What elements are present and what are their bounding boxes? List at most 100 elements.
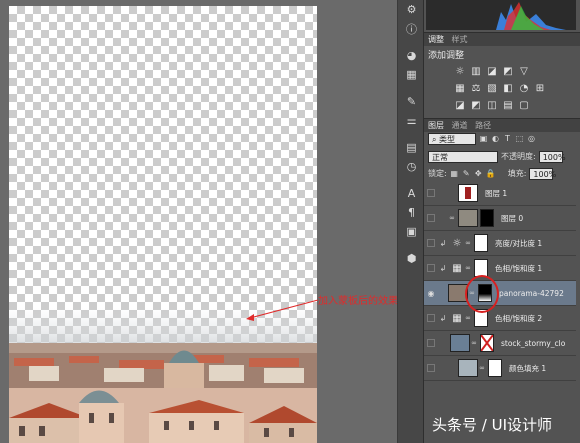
highlight-circle — [465, 275, 499, 313]
chain-link-icon: ∞ — [465, 264, 471, 272]
curves-icon[interactable]: ◪ — [486, 65, 498, 77]
layer-name: 图层 1 — [485, 188, 508, 198]
threshold-icon[interactable]: ◫ — [486, 99, 498, 111]
bw-icon[interactable]: ◧ — [502, 82, 514, 94]
adjust-tab-bar: 调整 样式 — [424, 32, 580, 46]
layer-row[interactable]: ∞ 图层 0 — [424, 206, 576, 231]
paragraph-icon[interactable]: ¶ — [398, 203, 425, 222]
levels-icon[interactable]: ▥ — [470, 65, 482, 77]
lock-pixels-icon[interactable]: ✎ — [462, 169, 471, 178]
chain-link-icon: ∞ — [449, 214, 455, 222]
photo-filter-icon[interactable]: ◔ — [518, 82, 530, 94]
eye-icon[interactable]: ◉ — [424, 281, 438, 306]
fill-input[interactable]: 100% — [529, 167, 556, 180]
canvas-area[interactable]: 加入蒙板后的效果 — [0, 0, 398, 443]
annotation-text: 加入蒙板后的效果 — [318, 296, 398, 307]
tab-adjustments[interactable]: 调整 — [428, 33, 449, 46]
layer-row[interactable]: 图层 1 — [424, 181, 576, 206]
lock-all-icon[interactable]: 🔒 — [486, 169, 496, 178]
exposure-icon[interactable]: ◩ — [502, 65, 514, 77]
3d-icon[interactable]: ⬢ — [398, 249, 425, 268]
lock-position-icon[interactable]: ✥ — [474, 169, 483, 178]
history-icon[interactable]: ◷ — [398, 157, 425, 176]
filter-adjust-icon[interactable]: ◐ — [491, 134, 500, 143]
layer-name: 亮度/对比度 1 — [495, 238, 543, 248]
sliders-icon[interactable]: ⚌ — [398, 111, 425, 130]
visibility-toggle[interactable] — [427, 364, 435, 372]
visibility-toggle[interactable] — [427, 339, 435, 347]
filter-type-icon[interactable]: T — [503, 134, 512, 143]
layer-name: 色相/饱和度 2 — [495, 313, 543, 323]
layer-name: stock_stormy_clo... — [501, 338, 566, 348]
layer-name: 色相/饱和度 1 — [495, 263, 543, 273]
vibrance-icon[interactable]: ▦ — [454, 82, 466, 94]
grid-icon[interactable]: ▦ — [398, 65, 425, 84]
visibility-toggle[interactable] — [427, 214, 435, 222]
brightness-icon: ☼ — [452, 237, 462, 249]
layer-thumbnail — [450, 334, 470, 352]
layer-row[interactable]: ↲ ☼ ∞ 亮度/对比度 1 — [424, 231, 576, 256]
visibility-toggle[interactable] — [427, 264, 435, 272]
layer-name: 颜色填充 1 — [509, 363, 547, 373]
layer-thumbnail — [458, 359, 478, 377]
clip-arrow-icon: ↲ — [439, 313, 447, 323]
layer-mask-thumbnail — [480, 209, 494, 227]
layer-mask-thumbnail — [474, 234, 488, 252]
opacity-input[interactable]: 100% — [538, 150, 566, 163]
tab-styles[interactable]: 样式 — [452, 33, 473, 46]
gradient-map-icon[interactable]: ▤ — [502, 99, 514, 111]
layer-name: panorama-42792... — [499, 288, 564, 298]
invert-icon[interactable]: ◪ — [454, 99, 466, 111]
layer-mask-thumbnail — [480, 334, 494, 352]
lock-label: 锁定: — [428, 169, 447, 178]
palette-icon[interactable]: ◕ — [398, 46, 425, 65]
watermark: 头条号 / UI设计师 — [432, 416, 552, 434]
visibility-toggle[interactable] — [427, 314, 435, 322]
chain-link-icon: ∞ — [465, 239, 471, 247]
layer-comps-icon[interactable]: ▣ — [398, 222, 425, 241]
layer-row[interactable]: ∞ 颜色填充 1 — [424, 356, 576, 381]
clip-arrow-icon: ↲ — [439, 263, 447, 273]
document-canvas[interactable] — [9, 6, 317, 443]
balance-icon[interactable]: ⚖ — [470, 82, 482, 94]
visibility-toggle[interactable] — [427, 189, 435, 197]
search-icon: ⌕ — [432, 134, 437, 144]
filter-smart-icon[interactable]: ◎ — [527, 134, 536, 143]
layer-row[interactable]: ↲ ▦ ∞ 色相/饱和度 2 — [424, 306, 576, 331]
brightness-icon[interactable]: ☼ — [454, 65, 466, 77]
blend-mode-select[interactable]: 正常 — [428, 150, 498, 163]
layer-row-selected[interactable]: ◉ ∞ panorama-42792... — [424, 281, 576, 306]
layer-row[interactable]: ↲ ▦ ∞ 色相/饱和度 1 — [424, 256, 576, 281]
chain-link-icon: ∞ — [471, 339, 477, 347]
chain-link-icon: ∞ — [465, 314, 471, 322]
panels-dock: 调整 样式 添加调整 ☼ ▥ ◪ ◩ ▽ ▦ ⚖ ▧ ◧ ◔ ⊞ ◪ ◩ ◫ ▤ ▢ 图层 通道 路径 ⌕… — [424, 0, 580, 443]
layers-list: 图层 1 ∞ 图层 0 ↲ ☼ ∞ 亮度/对比度 1 ↲ ▦ ∞ 色相/饱和度 1 … — [424, 181, 576, 381]
visibility-toggle[interactable] — [427, 239, 435, 247]
layer-row[interactable]: ∞ stock_stormy_clo... — [424, 331, 576, 356]
posterize-icon[interactable]: ◩ — [470, 99, 482, 111]
clip-arrow-icon: ↲ — [439, 238, 447, 248]
type-icon[interactable]: A — [398, 184, 425, 203]
info-icon[interactable]: ⓘ — [398, 19, 425, 38]
brush-icon[interactable]: ✎ — [398, 92, 425, 111]
layer-mask-thumbnail — [488, 359, 502, 377]
settings-icon[interactable]: ⚙ — [398, 0, 425, 19]
channel-mixer-icon[interactable]: ⊞ — [534, 82, 546, 94]
tool-strip: ⚙ ⓘ ◕ ▦ ✎ ⚌ ▤ ◷ A ¶ ▣ ⬢ — [397, 0, 424, 443]
color-balance-icon[interactable]: ▧ — [486, 82, 498, 94]
gradient-triangle-icon[interactable]: ▽ — [518, 65, 530, 77]
filter-kind-select[interactable]: ⌕ 类型 — [428, 132, 476, 145]
chain-link-icon: ∞ — [479, 364, 485, 372]
adjustments-title: 添加调整 — [428, 51, 465, 61]
hue-saturation-icon: ▦ — [452, 262, 462, 274]
clone-icon[interactable]: ▤ — [398, 138, 425, 157]
histogram — [426, 0, 576, 30]
fill-label: 填充: — [507, 169, 527, 178]
selective-color-icon[interactable]: ▢ — [518, 99, 530, 111]
filter-image-icon[interactable]: ▣ — [479, 134, 488, 143]
filter-shape-icon[interactable]: ⬚ — [515, 134, 524, 143]
arrow-left-icon — [246, 299, 319, 321]
lock-transparent-icon[interactable]: ▦ — [450, 169, 459, 178]
layer-thumbnail — [458, 209, 478, 227]
layer-thumbnail — [458, 184, 478, 202]
